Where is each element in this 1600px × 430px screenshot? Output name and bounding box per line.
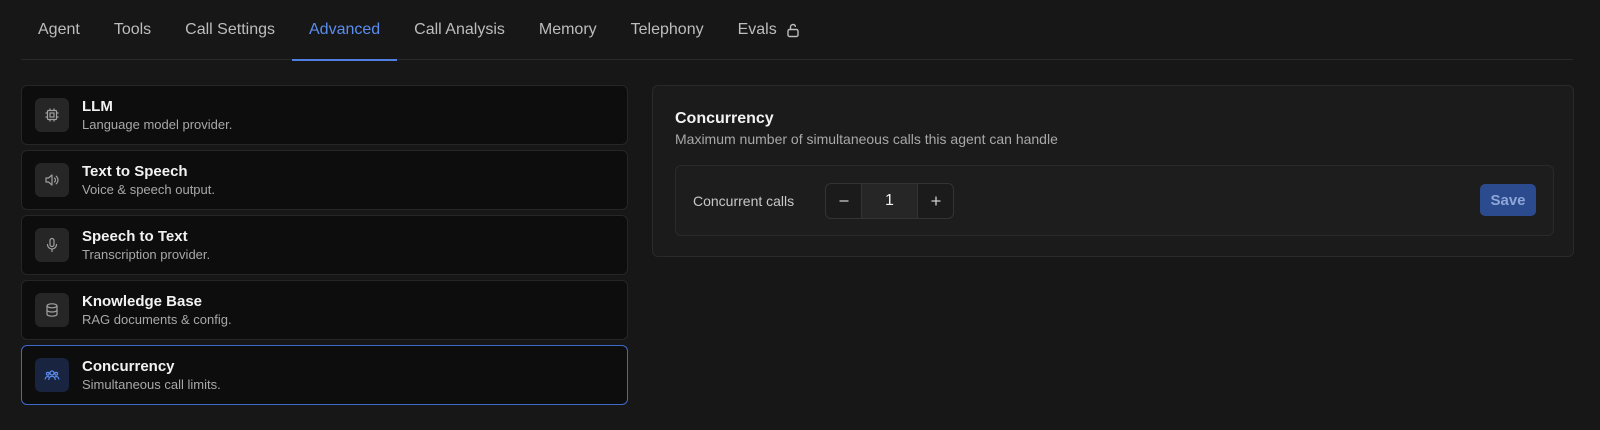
save-button[interactable]: Save [1480,184,1536,216]
concurrent-calls-stepper: 1 [825,183,954,219]
tab-bar: Agent Tools Call Settings Advanced Call … [21,0,1573,61]
section-item-speech-to-text[interactable]: Speech to Text Transcription provider. [21,215,628,275]
speaker-icon [35,163,69,197]
app-root: Agent Tools Call Settings Advanced Call … [0,0,1600,430]
tab-label: Call Settings [185,21,275,38]
tab-label: Agent [38,21,80,38]
section-item-text-to-speech[interactable]: Text to Speech Voice & speech output. [21,150,628,210]
decrement-button[interactable] [826,184,861,218]
section-subtitle: Language model provider. [82,117,233,132]
section-item-knowledge-base[interactable]: Knowledge Base RAG documents & config. [21,280,628,340]
section-subtitle: Voice & speech output. [82,182,215,197]
tab-label: Telephony [630,21,704,38]
section-subtitle: Simultaneous call limits. [82,377,221,392]
tab-telephony[interactable]: Telephony [614,0,721,60]
tab-call-settings[interactable]: Call Settings [168,0,292,60]
plus-icon [930,196,941,206]
tab-tools[interactable]: Tools [97,0,168,60]
tab-label: Memory [538,21,597,38]
minus-icon [838,200,849,202]
concurrent-calls-label: Concurrent calls [693,193,795,209]
panel-title: Concurrency [675,110,774,127]
tab-memory[interactable]: Memory [522,0,614,60]
increment-button[interactable] [918,184,953,218]
chip-icon [35,98,69,132]
users-icon [35,358,69,392]
concurrent-calls-value[interactable]: 1 [861,184,918,218]
section-title: Speech to Text [82,228,188,245]
tab-call-analysis[interactable]: Call Analysis [397,0,522,60]
section-item-llm[interactable]: LLM Language model provider. [21,85,628,145]
concurrency-panel: Concurrency Maximum number of simultaneo… [652,85,1574,257]
tab-label: Advanced [309,21,381,38]
section-title: LLM [82,98,113,115]
section-title: Knowledge Base [82,293,203,310]
tab-agent[interactable]: Agent [21,0,97,60]
section-title: Concurrency [82,358,175,375]
concurrent-calls-row: Concurrent calls 1 Save [675,165,1554,236]
tab-label: Call Analysis [414,21,505,38]
section-subtitle: RAG documents & config. [82,312,232,327]
panel-description: Maximum number of simultaneous calls thi… [675,131,1058,147]
tab-evals[interactable]: Evals [721,0,818,60]
advanced-section-list: LLM Language model provider. Text to Spe… [21,85,628,405]
section-title: Text to Speech [82,163,188,180]
lock-icon [785,22,801,38]
tab-advanced[interactable]: Advanced [292,0,398,61]
section-item-concurrency[interactable]: Concurrency Simultaneous call limits. [21,345,628,405]
tab-label: Tools [113,21,152,38]
microphone-icon [35,228,69,262]
section-subtitle: Transcription provider. [82,247,211,262]
tab-label: Evals [737,21,777,38]
database-icon [35,293,69,327]
